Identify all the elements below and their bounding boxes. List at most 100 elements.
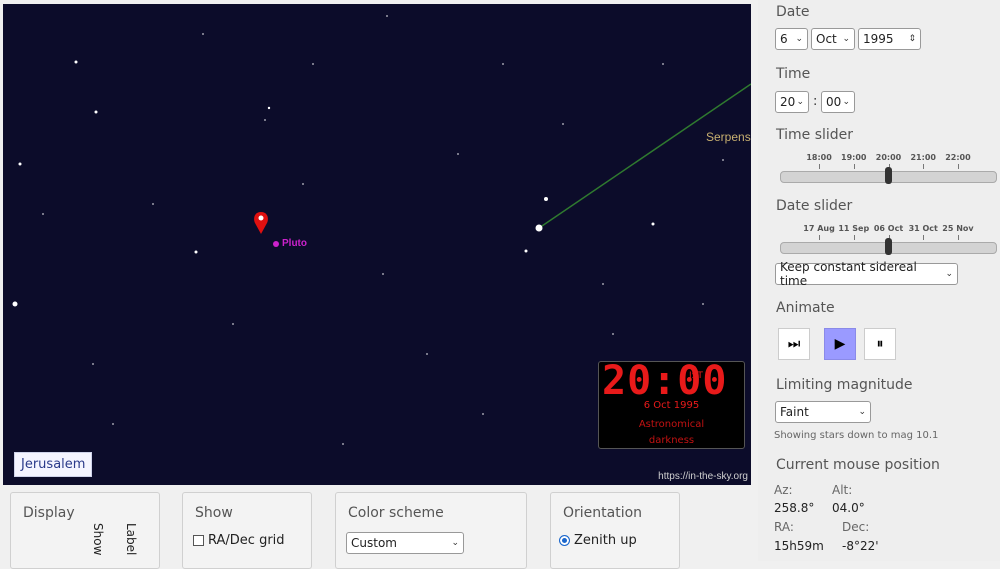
- date-tick: 17 Aug: [803, 224, 835, 233]
- time-tick: 20:00: [875, 153, 902, 162]
- star: [92, 363, 94, 365]
- radec-grid-checkbox[interactable]: [193, 535, 204, 546]
- pluto-label[interactable]: Pluto: [282, 238, 307, 249]
- date-tick: 25 Nov: [942, 224, 974, 233]
- sidereal-select[interactable]: Keep constant sidereal time ⌄: [775, 260, 958, 288]
- clock-time: 20:00: [602, 358, 728, 404]
- pause-button[interactable]: ⏸: [864, 328, 896, 360]
- ra-label: RA:: [774, 520, 794, 534]
- time-tick: 18:00: [806, 153, 832, 162]
- location-marker-icon[interactable]: [254, 212, 268, 234]
- star: [382, 273, 384, 275]
- zenith-up-radio[interactable]: [559, 535, 570, 546]
- star: [602, 283, 604, 285]
- star: [202, 33, 204, 35]
- time-separator: :: [813, 94, 818, 109]
- display-label-header: Label: [124, 523, 138, 556]
- chevron-down-icon: ⌄: [945, 269, 953, 279]
- chevron-down-icon: ⌄: [796, 97, 804, 107]
- skip-forward-icon: ⏭: [787, 336, 801, 352]
- star: [312, 63, 314, 65]
- play-icon: ▶: [834, 336, 846, 352]
- clock-panel: 20:00 IST 6 Oct 1995 Astronomical darkne…: [598, 358, 745, 449]
- star: [12, 301, 18, 307]
- ra-value: 15h59m: [774, 539, 824, 553]
- star: [386, 15, 388, 17]
- spinner-icon[interactable]: ⇕: [908, 34, 916, 44]
- alt-value: 04.0°: [832, 501, 865, 515]
- star: [152, 203, 154, 205]
- star: [651, 222, 655, 226]
- star: [524, 249, 528, 253]
- time-slider-handle[interactable]: [884, 167, 892, 184]
- chevron-down-icon: ⌄: [842, 97, 850, 107]
- star: [502, 63, 504, 65]
- limiting-mag-select[interactable]: Faint ⌄: [775, 401, 871, 423]
- time-title: Time: [776, 66, 811, 82]
- limiting-mag-value: Faint: [780, 405, 809, 419]
- minute-select[interactable]: 00 ⌄: [821, 91, 855, 113]
- month-value: Oct: [816, 32, 837, 46]
- chevron-down-icon: ⌄: [858, 407, 866, 417]
- star: [18, 162, 22, 166]
- time-slider-track[interactable]: [780, 167, 997, 184]
- zenith-up-label: Zenith up: [574, 533, 637, 548]
- pluto-marker[interactable]: [273, 241, 279, 247]
- date-title: Date: [776, 4, 810, 20]
- year-input[interactable]: 1995 ⇕: [858, 28, 921, 50]
- play-button[interactable]: ▶: [824, 328, 856, 360]
- time-slider[interactable]: 18:00 19:00 20:00 21:00 22:00: [780, 153, 997, 184]
- time-tick: 21:00: [910, 153, 936, 162]
- clock-timezone: IST: [689, 371, 703, 381]
- chevron-down-icon: ⌄: [842, 34, 850, 44]
- show-title: Show: [195, 505, 233, 521]
- star: [722, 159, 724, 161]
- day-select[interactable]: 6 ⌄: [775, 28, 808, 50]
- star: [302, 183, 304, 185]
- constellation-label: Serpens: [706, 130, 751, 144]
- star: [426, 353, 428, 355]
- chevron-down-icon: ⌄: [795, 34, 803, 44]
- limiting-mag-note: Showing stars down to mag 10.1: [774, 430, 939, 441]
- orientation-title: Orientation: [563, 505, 643, 521]
- star: [264, 119, 266, 121]
- darkness-status: Astronomical darkness: [599, 417, 744, 449]
- star: [662, 63, 664, 65]
- date-slider-title: Date slider: [776, 198, 853, 214]
- star: [74, 60, 78, 64]
- date-slider-handle[interactable]: [884, 238, 892, 255]
- star: [342, 443, 344, 445]
- sky-map[interactable]: Pluto Serpens Jerusalem https://in-the-s…: [3, 4, 751, 485]
- star: [612, 333, 614, 335]
- star: [232, 323, 234, 325]
- star: [562, 123, 564, 125]
- star: [482, 413, 484, 415]
- star: [42, 213, 44, 215]
- date-slider-track[interactable]: [780, 238, 997, 255]
- skip-forward-button[interactable]: ⏭: [778, 328, 810, 360]
- show-box: Show RA/Dec grid: [182, 492, 312, 569]
- dec-label: Dec:: [842, 520, 870, 534]
- star: [94, 110, 98, 114]
- limiting-mag-title: Limiting magnitude: [776, 377, 913, 393]
- month-select[interactable]: Oct ⌄: [811, 28, 855, 50]
- animate-title: Animate: [776, 300, 835, 316]
- radec-grid-option[interactable]: RA/Dec grid: [193, 533, 285, 548]
- time-tick: 19:00: [841, 153, 867, 162]
- alt-label: Alt:: [832, 483, 853, 497]
- date-slider[interactable]: 17 Aug 11 Sep 06 Oct 31 Oct 25 Nov: [780, 224, 997, 255]
- display-box: Display Show Label: [10, 492, 160, 569]
- dec-value: -8°22': [842, 539, 879, 553]
- location-label[interactable]: Jerusalem: [14, 452, 93, 477]
- zenith-up-option[interactable]: Zenith up: [559, 533, 637, 548]
- pause-icon: ⏸: [876, 336, 884, 352]
- darkness-line-2: darkness: [648, 435, 695, 446]
- color-scheme-select[interactable]: Custom ⌄: [346, 532, 464, 554]
- az-value: 258.8°: [774, 501, 815, 515]
- star: [267, 106, 271, 110]
- minute-value: 00: [826, 95, 842, 109]
- bright-star[interactable]: [535, 224, 543, 232]
- time-tick: 22:00: [945, 153, 971, 162]
- az-label: Az:: [774, 483, 793, 497]
- hour-select[interactable]: 20 ⌄: [775, 91, 809, 113]
